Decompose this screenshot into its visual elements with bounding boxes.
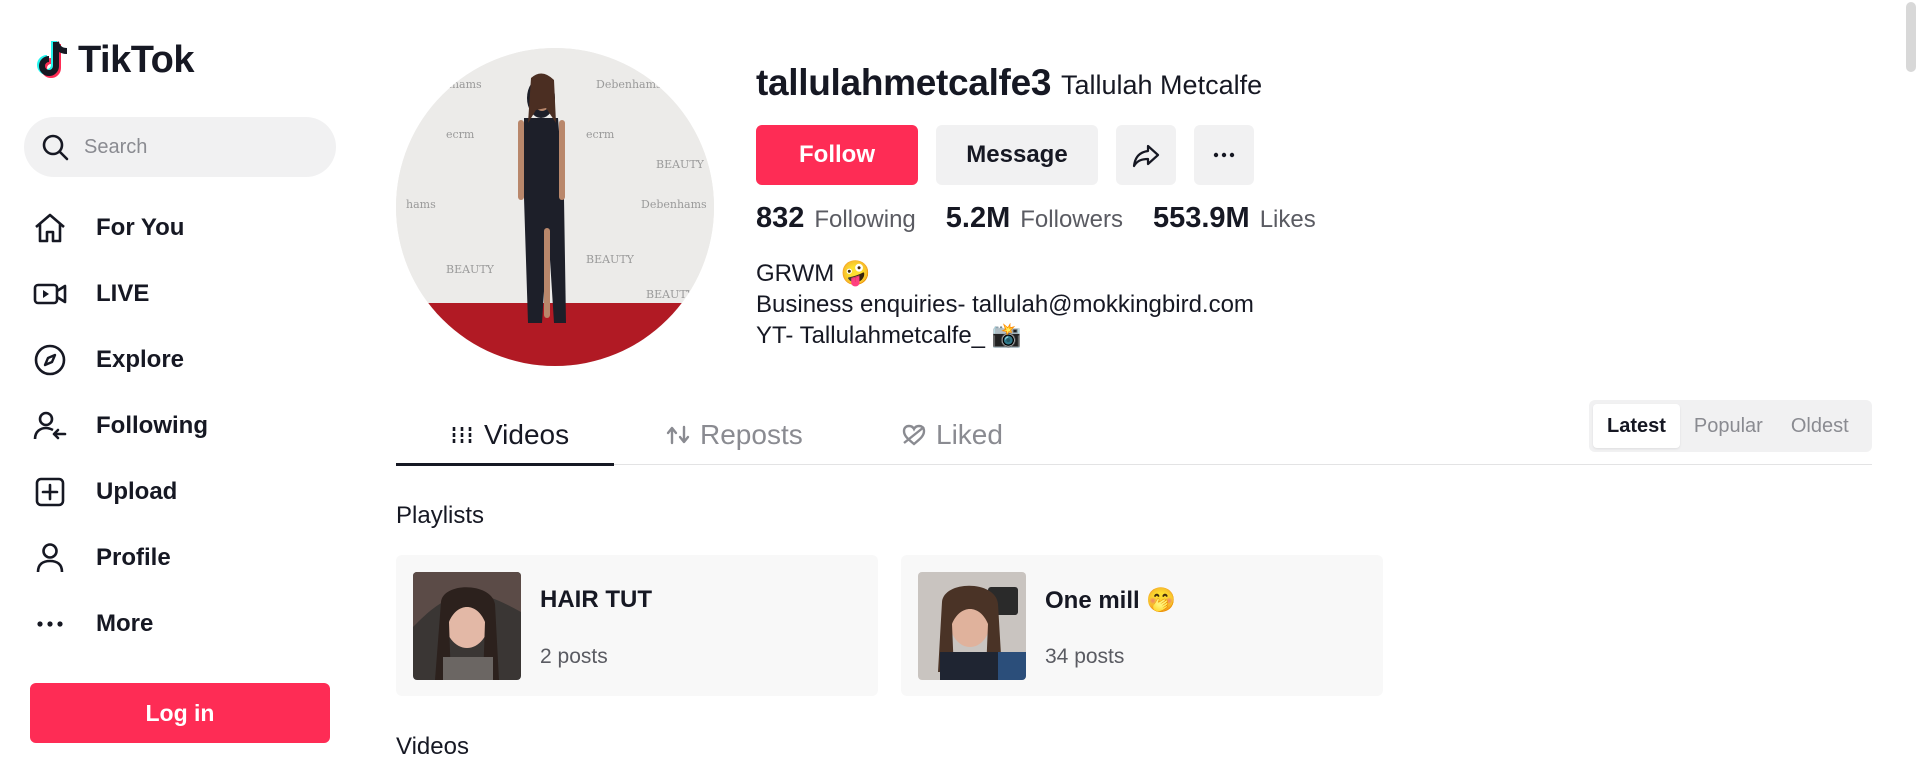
tab-reposts[interactable]: Reposts (664, 405, 803, 465)
profile-bio: GRWM 🤪 Business enquiries- tallulah@mokk… (756, 258, 1254, 351)
sort-oldest[interactable]: Oldest (1777, 404, 1863, 448)
tab-label: Videos (484, 419, 570, 450)
share-button[interactable] (1116, 125, 1176, 185)
sidebar-item-profile[interactable]: Profile (30, 525, 208, 591)
followers-stat[interactable]: 5.2M Followers (946, 202, 1123, 235)
login-button[interactable]: Log in (30, 683, 330, 743)
sidebar-item-explore[interactable]: Explore (30, 327, 208, 393)
tiktok-note-icon (37, 41, 68, 78)
sidebar-item-label: For You (96, 214, 185, 241)
following-icon (33, 411, 67, 440)
playlist-thumbnail-image (918, 572, 1026, 680)
sort-toggle: Latest Popular Oldest (1589, 400, 1872, 452)
playlist-count: 2 posts (540, 645, 608, 668)
sidebar-item-label: Following (96, 412, 208, 439)
sort-latest[interactable]: Latest (1593, 404, 1680, 448)
avatar-photo: Debenhams Debenhams ecrm ecrm BEAUTY hams De… (396, 48, 714, 366)
svg-text:ecrm: ecrm (586, 128, 615, 141)
search-input[interactable] (84, 135, 304, 159)
repost-icon (666, 425, 690, 445)
share-icon (1132, 144, 1160, 168)
playlist-count: 34 posts (1045, 645, 1125, 668)
profile-display-name: Tallulah Metcalfe (1061, 70, 1263, 100)
home-icon (35, 213, 65, 243)
playlist-thumbnail-image (413, 572, 521, 680)
sidebar-item-live[interactable]: LIVE (30, 261, 208, 327)
message-button[interactable]: Message (936, 125, 1098, 185)
stat-label: Likes (1259, 206, 1316, 233)
stat-label: Followers (1020, 206, 1123, 233)
search-bar[interactable] (24, 117, 336, 177)
svg-text:BEAUTY: BEAUTY (446, 263, 495, 276)
compass-icon (34, 344, 66, 376)
sidebar-item-for-you[interactable]: For You (30, 195, 208, 261)
tab-liked[interactable]: Liked (900, 405, 1003, 465)
follow-button[interactable]: Follow (756, 125, 918, 185)
svg-text:BEAUTY: BEAUTY (586, 253, 635, 266)
bio-line: Business enquiries- tallulah@mokkingbird… (756, 291, 1254, 318)
playlist-card[interactable]: One mill 🤭 34 posts (901, 555, 1383, 696)
sidebar-item-upload[interactable]: Upload (30, 459, 208, 525)
sidebar-item-label: LIVE (96, 280, 150, 307)
playlist-title: One mill 🤭 (1045, 587, 1177, 614)
playlist-thumbnail (918, 572, 1026, 680)
grid-icon (452, 427, 472, 443)
sidebar-item-label: More (96, 610, 154, 637)
more-options-button[interactable] (1194, 125, 1254, 185)
sort-popular[interactable]: Popular (1680, 404, 1777, 448)
stat-value: 553.9M (1152, 202, 1250, 234)
stat-label: Following (814, 206, 916, 233)
sidebar: TikTok For You LIVE (0, 0, 360, 749)
ellipsis-icon (1213, 152, 1235, 158)
svg-text:Debenhams: Debenhams (416, 78, 482, 91)
tiktok-logo[interactable]: TikTok (34, 38, 194, 82)
active-tab-indicator (396, 463, 614, 466)
profile-username: tallulahmetcalfe3 (756, 62, 1052, 103)
tab-videos[interactable]: Videos (448, 405, 569, 465)
sidebar-item-following[interactable]: Following (30, 393, 208, 459)
videos-title: Videos (396, 733, 469, 760)
profile-icon (36, 543, 64, 573)
sidebar-item-label: Upload (96, 478, 178, 505)
sidebar-item-more[interactable]: More (30, 591, 208, 657)
sidebar-item-label: Explore (96, 346, 185, 373)
svg-text:Debenhams: Debenhams (641, 198, 707, 211)
search-icon (42, 134, 69, 161)
upload-icon (35, 477, 65, 507)
live-icon (33, 283, 67, 305)
playlist-thumbnail (413, 572, 521, 680)
avatar: Debenhams Debenhams ecrm ecrm BEAUTY hams De… (396, 48, 714, 366)
svg-text:BEAUTY: BEAUTY (656, 158, 705, 171)
stat-value: 5.2M (945, 202, 1011, 234)
svg-text:Debenhams: Debenhams (596, 78, 662, 91)
playlist-card[interactable]: HAIR TUT 2 posts (396, 555, 878, 696)
bio-line: YT- Tallulahmetcalfe_ 📸 (756, 322, 1022, 349)
tab-label: Reposts (700, 419, 803, 450)
sidebar-nav: For You LIVE Explore Following Upload Pr… (30, 195, 208, 657)
svg-text:ecrm: ecrm (446, 128, 475, 141)
stat-value: 832 (756, 202, 805, 234)
likes-stat: 553.9M Likes (1153, 202, 1316, 235)
following-stat[interactable]: 832 Following (756, 202, 916, 235)
sidebar-item-label: Profile (96, 544, 171, 571)
tab-label: Liked (936, 419, 1003, 450)
profile-stats: 832 Following 5.2M Followers 553.9M Like… (756, 202, 1346, 235)
svg-text:BEAUTY: BEAUTY (646, 288, 695, 301)
more-icon (37, 621, 63, 627)
playlist-title: HAIR TUT (540, 586, 652, 613)
svg-text:hams: hams (406, 198, 436, 211)
scrollbar[interactable] (1906, 2, 1916, 72)
logo-text: TikTok (78, 38, 194, 81)
bio-line: GRWM 🤪 (756, 260, 871, 287)
playlists-title: Playlists (396, 502, 485, 529)
heart-icon (902, 424, 926, 446)
